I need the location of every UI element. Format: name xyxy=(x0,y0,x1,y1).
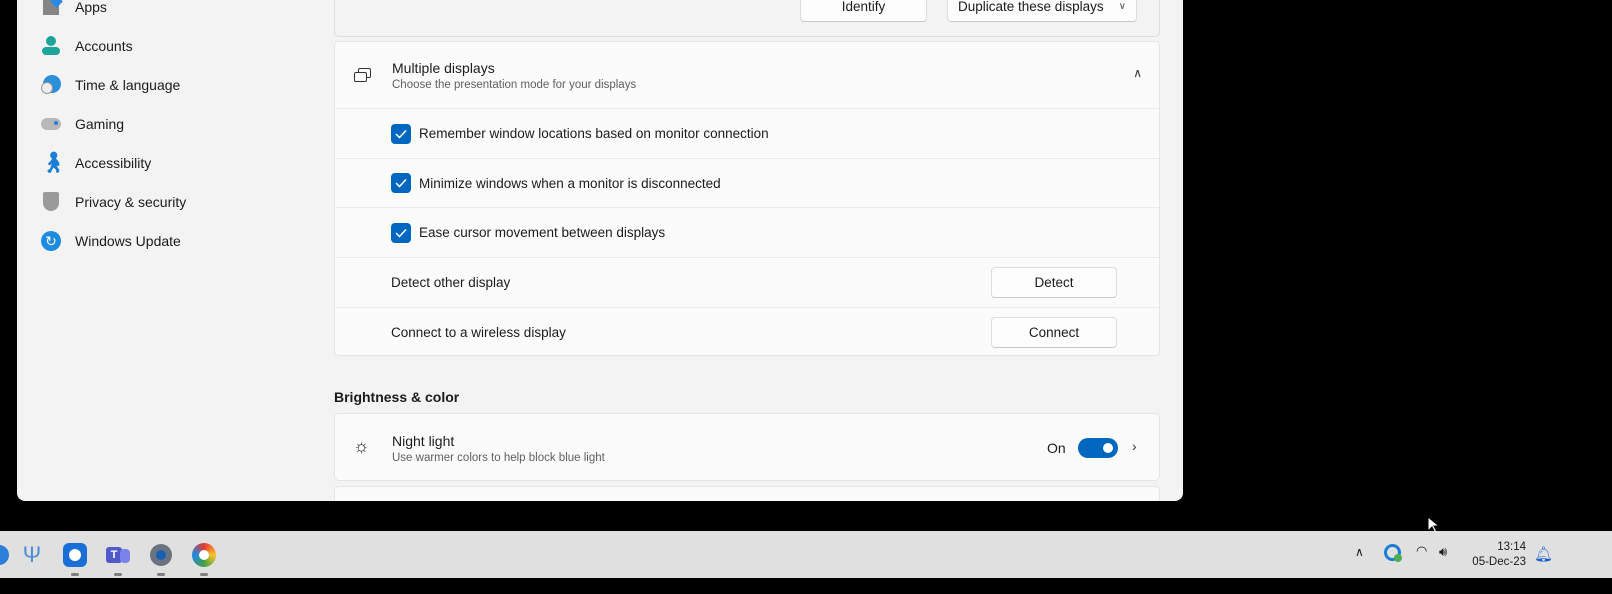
chevron-up-icon[interactable]: ∧ xyxy=(1355,545,1364,559)
sidebar-item-time-language[interactable]: Time & language xyxy=(41,67,311,103)
chevron-down-icon: ∨ xyxy=(1118,1,1126,12)
sidebar-item-accessibility[interactable]: 🚶︎ Accessibility xyxy=(41,145,311,181)
night-light-card[interactable]: ☼ Night light Use warmer colors to help … xyxy=(334,413,1160,481)
connect-button[interactable]: Connect xyxy=(991,317,1117,348)
browser-app-icon[interactable] xyxy=(62,542,88,576)
time-language-icon xyxy=(41,75,61,95)
multiple-displays-icon xyxy=(354,68,372,84)
accounts-icon xyxy=(41,36,61,56)
checkbox-checked[interactable] xyxy=(391,222,411,243)
option-row[interactable]: Remember window locations based on monit… xyxy=(335,108,1159,158)
connect-row: Connect to a wireless display Connect xyxy=(335,307,1159,356)
detect-row: Detect other display Detect xyxy=(335,257,1159,307)
wifi-icon[interactable]: ◠ xyxy=(1416,543,1427,559)
shield-icon xyxy=(41,192,61,212)
vscode-icon[interactable]: Ψ xyxy=(19,542,45,568)
next-card xyxy=(334,486,1160,501)
arrangement-card: Identify Duplicate these displays ∨ xyxy=(334,0,1160,37)
sidebar-item-apps[interactable]: Apps xyxy=(41,0,311,25)
notification-bell-icon[interactable]: 🔔︎ xyxy=(1534,545,1553,563)
display-mode-dropdown[interactable]: Duplicate these displays ∨ xyxy=(947,0,1137,22)
volume-icon[interactable]: 🔊︎ xyxy=(1439,544,1447,560)
sidebar-item-gaming[interactable]: Gaming xyxy=(41,106,311,142)
checkbox-checked[interactable] xyxy=(391,123,411,144)
option-row[interactable]: Minimize windows when a monitor is disco… xyxy=(335,158,1159,207)
night-light-icon: ☼ xyxy=(353,436,370,456)
multiple-displays-card: Multiple displays Choose the presentatio… xyxy=(334,41,1160,356)
accessibility-icon: 🚶︎ xyxy=(41,152,67,174)
screenshot-app-icon[interactable] xyxy=(191,542,217,576)
night-light-toggle[interactable] xyxy=(1078,438,1118,458)
sidebar-item-windows-update[interactable]: ↻ Windows Update xyxy=(41,223,311,259)
windows-update-icon: ↻ xyxy=(41,231,61,251)
apps-icon xyxy=(41,0,63,17)
gaming-icon xyxy=(41,114,61,134)
vpn-icon[interactable] xyxy=(1384,544,1402,562)
option-row[interactable]: Ease cursor movement between displays xyxy=(335,207,1159,257)
sidebar-item-privacy-security[interactable]: Privacy & security xyxy=(41,184,311,220)
multiple-displays-header[interactable]: Multiple displays Choose the presentatio… xyxy=(335,42,1159,108)
teams-icon[interactable]: T xyxy=(105,542,131,576)
checkbox-checked[interactable] xyxy=(391,173,411,193)
taskbar: Ψ T ∧ ◠ 🔊︎ 13:14 05-Dec-23 🔔︎ xyxy=(0,531,1612,578)
detect-button[interactable]: Detect xyxy=(991,267,1117,298)
section-heading: Brightness & color xyxy=(334,389,460,405)
chevron-right-icon: › xyxy=(1132,438,1137,454)
identify-button[interactable]: Identify xyxy=(800,0,927,22)
chevron-up-icon[interactable]: ∧ xyxy=(1133,66,1142,80)
clock[interactable]: 13:14 05-Dec-23 xyxy=(1468,540,1526,570)
settings-gear-icon[interactable] xyxy=(148,542,174,576)
settings-window: Apps Accounts Time & language Gaming 🚶︎ … xyxy=(17,0,1183,501)
sidebar-item-accounts[interactable]: Accounts xyxy=(41,28,311,64)
taskbar-app-icon[interactable] xyxy=(0,542,12,568)
